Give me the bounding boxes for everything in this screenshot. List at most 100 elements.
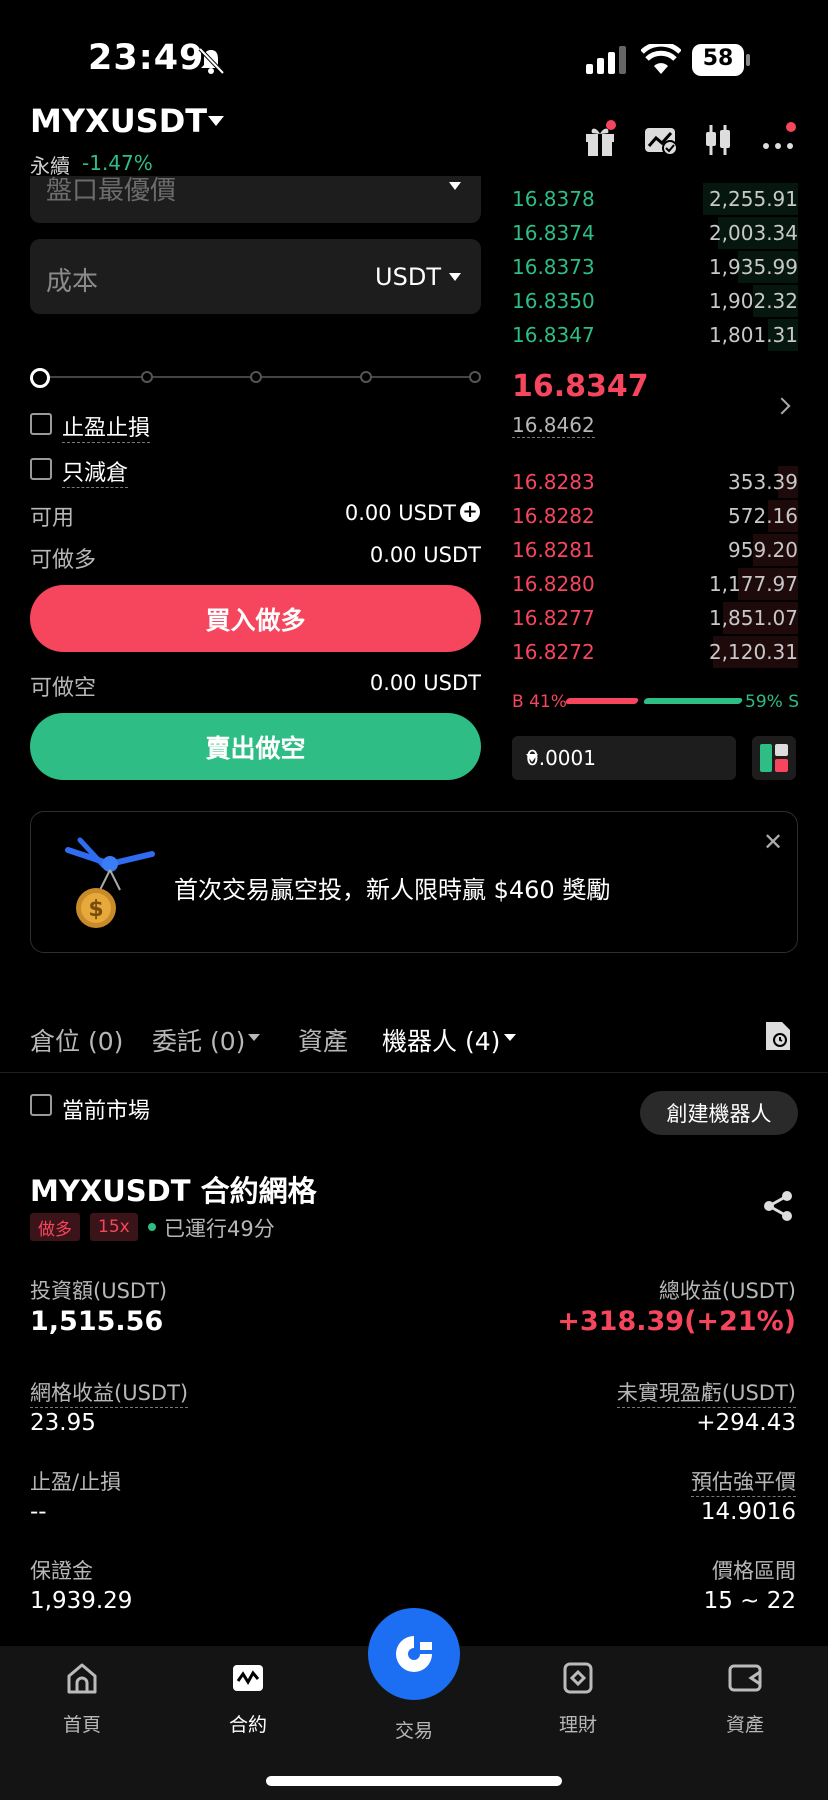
perpetual-label: 永續 <box>30 154 70 178</box>
can-long-value: 0.00 USDT <box>369 543 481 567</box>
nav-earn[interactable]: 理財 <box>528 1660 628 1737</box>
ask-row[interactable]: 16.8347 1,801.31 <box>512 319 798 353</box>
notification-dot <box>786 122 796 132</box>
unrealized-pnl-label[interactable]: 未實現盈虧(USDT) <box>616 1377 796 1408</box>
bid-qty: 2,120.31 <box>708 640 798 664</box>
slider-handle[interactable] <box>30 368 50 388</box>
cost-label: 成本 <box>46 267 99 297</box>
buy-long-button[interactable]: 買入做多 <box>30 585 481 652</box>
current-market-checkbox[interactable] <box>30 1094 52 1116</box>
chevron-right-icon[interactable] <box>773 397 791 415</box>
symbol-selector[interactable]: MYXUSDT <box>30 102 207 140</box>
nav-assets[interactable]: 資產 <box>695 1660 795 1737</box>
sell-short-button[interactable]: 賣出做空 <box>30 713 481 780</box>
ask-price: 16.8374 <box>512 221 595 245</box>
chevron-down-icon[interactable] <box>504 1034 516 1041</box>
chevron-down-icon <box>526 754 538 762</box>
notification-dot <box>606 120 616 130</box>
tp-sl-checkbox[interactable] <box>30 413 52 435</box>
ask-row[interactable]: 16.8378 2,255.91 <box>512 183 798 217</box>
tp-sl-label[interactable]: 止盈止損 <box>62 410 151 443</box>
battery-icon: 58 <box>692 44 750 76</box>
home-indicator <box>266 1776 562 1786</box>
bid-row[interactable]: 16.8277 1,851.07 <box>512 602 798 636</box>
slider-step[interactable] <box>250 371 262 383</box>
nav-trade-label[interactable]: 交易 <box>364 1716 464 1743</box>
sell-ratio-bar <box>642 698 744 704</box>
slider-step[interactable] <box>141 371 153 383</box>
share-icon[interactable] <box>763 1190 793 1222</box>
cost-unit-select[interactable]: USDT <box>375 263 441 291</box>
home-icon <box>67 1663 97 1694</box>
grid-pnl-value: 23.95 <box>30 1410 96 1436</box>
trade-button[interactable] <box>368 1608 460 1700</box>
ask-row[interactable]: 16.8373 1,935.99 <box>512 251 798 285</box>
chevron-down-icon[interactable] <box>208 116 224 126</box>
margin-value: 1,939.29 <box>30 1588 133 1614</box>
investment-value: 1,515.56 <box>30 1306 164 1337</box>
grid-pnl-label[interactable]: 網格收益(USDT) <box>30 1377 189 1408</box>
reduce-only-label[interactable]: 只減倉 <box>62 455 129 488</box>
bot-title[interactable]: MYXUSDT 合約網格 <box>30 1168 317 1210</box>
ask-qty: 1,902.32 <box>708 289 798 313</box>
available-label: 可用 <box>30 506 75 531</box>
current-market-label[interactable]: 當前市場 <box>62 1093 150 1125</box>
chart-check-icon[interactable] <box>642 122 678 158</box>
bid-price: 16.8280 <box>512 572 595 596</box>
tab-bots[interactable]: 機器人 (4) <box>382 1022 500 1058</box>
airdrop-coin-icon: $ <box>65 837 155 928</box>
wallet-icon <box>728 1664 762 1692</box>
can-short-label: 可做空 <box>30 676 97 701</box>
bid-row[interactable]: 16.8280 1,177.97 <box>512 568 798 602</box>
nav-home[interactable]: 首頁 <box>32 1660 132 1737</box>
bid-qty: 353.39 <box>728 470 798 494</box>
bid-row[interactable]: 16.8283 353.39 <box>512 466 798 500</box>
slider-step[interactable] <box>360 371 372 383</box>
last-price[interactable]: 16.8347 <box>512 369 649 404</box>
close-icon[interactable]: ✕ <box>763 828 783 856</box>
earn-icon <box>563 1662 593 1694</box>
cost-input[interactable]: 成本 USDT <box>30 239 481 314</box>
history-doc-icon[interactable] <box>764 1020 792 1052</box>
bid-row[interactable]: 16.8281 959.20 <box>512 534 798 568</box>
tab-assets[interactable]: 資產 <box>298 1022 348 1058</box>
ask-row[interactable]: 16.8374 2,003.34 <box>512 217 798 251</box>
price-step-select[interactable]: 0.0001 <box>512 736 736 780</box>
plus-circle-icon[interactable]: + <box>460 502 480 522</box>
bid-row[interactable]: 16.8282 572.16 <box>512 500 798 534</box>
chevron-down-icon[interactable] <box>248 1034 260 1041</box>
bid-price: 16.8281 <box>512 538 595 562</box>
total-pnl-label: 總收益(USDT) <box>658 1279 796 1303</box>
tab-positions[interactable]: 倉位 (0) <box>30 1022 123 1058</box>
ask-price: 16.8350 <box>512 289 595 313</box>
running-status-dot <box>148 1223 156 1231</box>
bid-row[interactable]: 16.8272 2,120.31 <box>512 636 798 670</box>
orderbook-layout-icon[interactable] <box>752 736 796 780</box>
can-short-value: 0.00 USDT <box>369 671 481 695</box>
price-range-value: 15 ~ 22 <box>703 1588 796 1614</box>
buy-ratio: B 41% <box>512 692 567 712</box>
can-long-label: 可做多 <box>30 548 97 573</box>
ask-row[interactable]: 16.8350 1,902.32 <box>512 285 798 319</box>
liquidation-price-label[interactable]: 預估強平價 <box>691 1466 796 1497</box>
chevron-down-icon <box>449 273 461 281</box>
mark-price[interactable]: 16.8462 <box>512 413 595 438</box>
price-change: -1.47% <box>82 151 153 175</box>
slider-step[interactable] <box>469 371 481 383</box>
reduce-only-checkbox[interactable] <box>30 458 52 480</box>
bid-qty: 959.20 <box>728 538 798 562</box>
candlestick-icon[interactable] <box>700 122 736 158</box>
bid-qty: 1,177.97 <box>708 572 798 596</box>
sell-ratio: 59% S <box>745 692 799 712</box>
ask-price: 16.8347 <box>512 323 595 347</box>
battery-level: 58 <box>702 46 734 71</box>
bid-price: 16.8282 <box>512 504 595 528</box>
nav-assets-label: 資產 <box>725 1714 764 1736</box>
trade-logo-icon <box>396 1636 432 1672</box>
investment-label: 投資額(USDT) <box>30 1279 168 1303</box>
tab-orders[interactable]: 委託 (0) <box>152 1022 245 1058</box>
tp-sl-label: 止盈/止損 <box>30 1470 122 1494</box>
available-value: 0.00 USDT <box>344 501 456 525</box>
nav-futures[interactable]: 合約 <box>198 1660 298 1737</box>
create-bot-button[interactable]: 創建機器人 <box>640 1091 798 1135</box>
